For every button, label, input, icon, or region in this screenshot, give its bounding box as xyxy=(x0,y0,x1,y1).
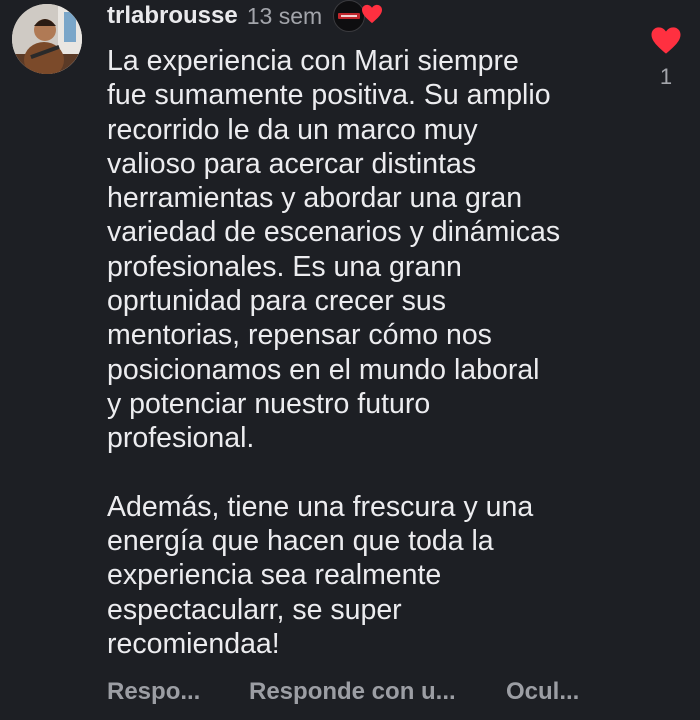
comment-text: La experiencia con Mari siempre fue suma… xyxy=(107,45,561,661)
like-count: 1 xyxy=(659,64,673,89)
heart-icon[interactable] xyxy=(650,26,682,60)
reply-button[interactable]: Respo... xyxy=(107,678,249,706)
timestamp: 13 sem xyxy=(246,2,323,29)
reply-with-button[interactable]: Responde con u... xyxy=(249,678,506,706)
comment-actions: Respo... Responde con u... Ocul... xyxy=(107,678,579,706)
comment-header: trlabrousse 13 sem xyxy=(107,0,383,32)
hide-button[interactable]: Ocul... xyxy=(506,678,579,706)
creator-liked-badge xyxy=(333,0,383,32)
heart-icon xyxy=(361,4,383,29)
comment: trlabrousse 13 sem La experiencia con Ma… xyxy=(0,0,700,720)
like-column: 1 xyxy=(646,26,686,90)
username[interactable]: trlabrousse xyxy=(107,2,238,30)
avatar-photo xyxy=(12,4,82,74)
user-avatar[interactable] xyxy=(12,4,82,74)
